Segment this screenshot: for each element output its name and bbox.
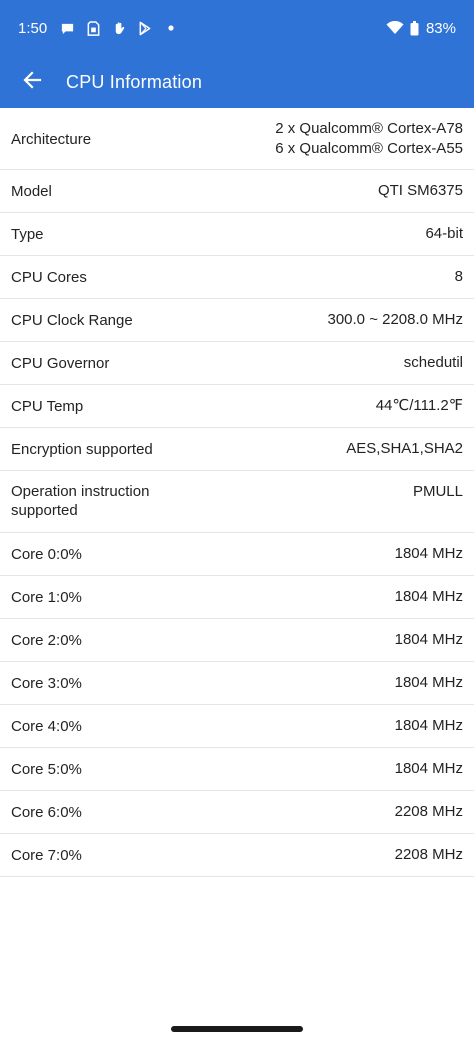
row-label: Operation instruction supported <box>11 482 149 520</box>
row-label: Core 1:0% <box>11 588 82 606</box>
row-value: 1804 MHz <box>394 588 463 605</box>
row-model: Model QTI SM6375 <box>0 170 474 213</box>
row-value-line: 6 x Qualcomm® Cortex-A55 <box>275 140 463 157</box>
row-core-4: Core 4:0% 1804 MHz <box>0 705 474 748</box>
dot-icon <box>163 20 179 36</box>
row-value: 2208 MHz <box>394 846 463 863</box>
chat-bubble-icon <box>59 20 75 36</box>
row-label: Encryption supported <box>11 440 153 458</box>
row-core-1: Core 1:0% 1804 MHz <box>0 576 474 619</box>
row-core-3: Core 3:0% 1804 MHz <box>0 662 474 705</box>
hand-icon <box>111 20 127 36</box>
row-value: 1804 MHz <box>394 674 463 691</box>
row-type: Type 64-bit <box>0 213 474 256</box>
row-label-line: supported <box>11 502 78 519</box>
app-bar: 1:50 83% CPU Information <box>0 0 474 108</box>
row-label: Core 3:0% <box>11 674 82 692</box>
row-value: QTI SM6375 <box>377 182 463 199</box>
row-operation-instruction: Operation instruction supported PMULL <box>0 471 474 533</box>
home-gesture-handle[interactable] <box>171 1026 303 1032</box>
row-label: CPU Clock Range <box>11 311 133 329</box>
status-bar: 1:50 83% <box>0 0 474 56</box>
status-time: 1:50 <box>18 19 48 37</box>
row-value: 1804 MHz <box>394 717 463 734</box>
play-store-icon <box>137 20 153 36</box>
row-core-7: Core 7:0% 2208 MHz <box>0 834 474 877</box>
back-button[interactable] <box>10 60 54 104</box>
row-value: AES,SHA1,SHA2 <box>346 440 463 457</box>
row-value: 64-bit <box>425 225 463 242</box>
row-encryption: Encryption supported AES,SHA1,SHA2 <box>0 428 474 471</box>
row-label-line: Operation instruction <box>11 483 150 500</box>
row-value: 1804 MHz <box>394 760 463 777</box>
battery-percent: 83% <box>425 19 456 37</box>
row-label: Core 2:0% <box>11 631 82 649</box>
row-core-6: Core 6:0% 2208 MHz <box>0 791 474 834</box>
wifi-icon <box>386 20 404 36</box>
toolbar: CPU Information <box>0 56 474 108</box>
arrow-back-icon <box>22 70 42 95</box>
row-core-0: Core 0:0% 1804 MHz <box>0 533 474 576</box>
row-label: Type <box>11 225 44 243</box>
page-title: CPU Information <box>66 71 203 92</box>
row-cpu-cores: CPU Cores 8 <box>0 256 474 299</box>
row-value: 2 x Qualcomm® Cortex-A78 6 x Qualcomm® C… <box>275 119 463 159</box>
row-label: CPU Governor <box>11 354 110 372</box>
row-label: CPU Cores <box>11 268 87 286</box>
row-value: schedutil <box>403 354 463 371</box>
row-value: PMULL <box>412 483 463 500</box>
row-cpu-temp: CPU Temp 44℃/111.2℉ <box>0 385 474 428</box>
row-label: Core 4:0% <box>11 717 82 735</box>
row-label: Core 5:0% <box>11 760 82 778</box>
row-value: 2208 MHz <box>394 803 463 820</box>
navigation-bar <box>0 1005 474 1053</box>
row-value: 1804 MHz <box>394 631 463 648</box>
row-label: Core 0:0% <box>11 545 82 563</box>
cpu-info-list: Architecture 2 x Qualcomm® Cortex-A78 6 … <box>0 108 474 877</box>
row-cpu-governor: CPU Governor schedutil <box>0 342 474 385</box>
row-value: 1804 MHz <box>394 545 463 562</box>
row-core-5: Core 5:0% 1804 MHz <box>0 748 474 791</box>
row-value: 8 <box>454 268 463 285</box>
row-cpu-clock-range: CPU Clock Range 300.0 ~ 2208.0 MHz <box>0 299 474 342</box>
sim-card-icon <box>85 20 101 36</box>
battery-icon <box>410 20 420 36</box>
row-label: Architecture <box>11 131 92 148</box>
row-value: 44℃/111.2℉ <box>375 397 463 414</box>
row-core-2: Core 2:0% 1804 MHz <box>0 619 474 662</box>
row-label: Core 7:0% <box>11 846 82 864</box>
row-label: CPU Temp <box>11 397 84 415</box>
row-value-line: 2 x Qualcomm® Cortex-A78 <box>275 120 463 137</box>
row-value: 300.0 ~ 2208.0 MHz <box>327 311 463 328</box>
row-label: Core 6:0% <box>11 803 82 821</box>
row-architecture: Architecture 2 x Qualcomm® Cortex-A78 6 … <box>0 108 474 170</box>
row-label: Model <box>11 182 52 200</box>
